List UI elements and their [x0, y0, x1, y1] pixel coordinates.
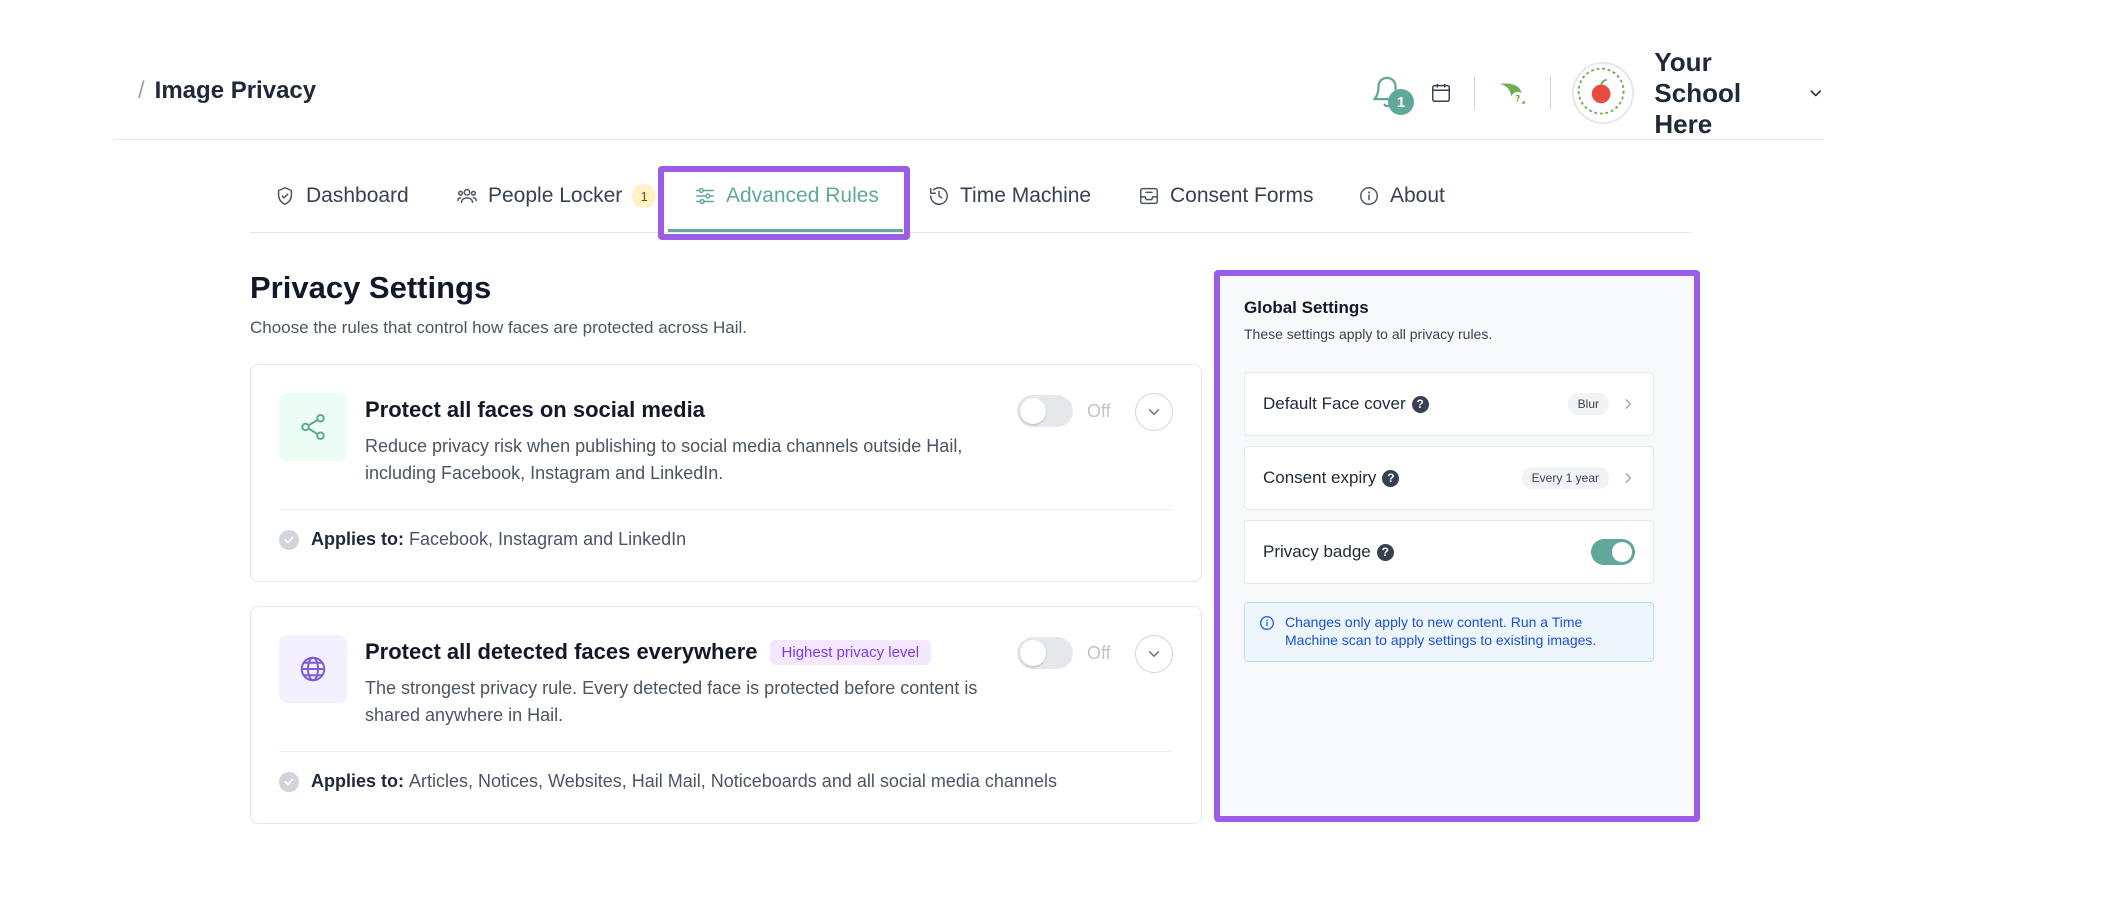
setting-value-pill: Every 1 year	[1521, 467, 1609, 489]
inbox-icon	[1140, 187, 1158, 205]
info-icon	[1260, 616, 1274, 630]
tab-label: About	[1390, 184, 1445, 207]
setting-label: Default Face cover	[1263, 394, 1406, 413]
check-icon	[279, 771, 299, 792]
info-text: Changes only apply to new content. Run a…	[1285, 614, 1597, 648]
applies-label: Applies to:	[311, 529, 404, 549]
setting-default-face-cover[interactable]: Default Face cover ? Blur	[1244, 372, 1654, 436]
card-divider	[279, 509, 1173, 510]
privacy-level-badge: Highest privacy level	[769, 639, 932, 665]
check-icon	[279, 529, 299, 550]
rule-title: Protect all detected faces everywhere Hi…	[365, 639, 932, 665]
section-title: Privacy Settings	[250, 270, 492, 305]
applies-to-row: Applies to: Facebook, Instagram and Link…	[279, 529, 686, 550]
rule-title: Protect all faces on social media	[365, 397, 705, 423]
panel-subtitle: These settings apply to all privacy rule…	[1244, 326, 1493, 342]
panel-title: Global Settings	[1244, 298, 1369, 317]
help-icon[interactable]: ?	[1376, 543, 1394, 561]
people-icon	[457, 188, 477, 204]
rule-toggle[interactable]	[1017, 637, 1073, 669]
header-divider	[1549, 76, 1551, 110]
calendar-icon[interactable]	[1430, 76, 1452, 110]
rule-icon-tile	[279, 393, 347, 461]
privacy-badge-toggle[interactable]	[1591, 539, 1635, 565]
globe-icon	[300, 656, 326, 682]
setting-privacy-badge: Privacy badge ?	[1244, 520, 1654, 584]
breadcrumb: / Image Privacy	[138, 77, 316, 105]
chevron-down-icon[interactable]	[1808, 81, 1824, 105]
card-divider	[279, 751, 1173, 752]
toggle-state-label: Off	[1087, 401, 1111, 421]
applies-to-row: Applies to: Articles, Notices, Websites,…	[279, 771, 1057, 792]
rule-description: The strongest privacy rule. Every detect…	[365, 678, 978, 725]
tab-label: Consent Forms	[1170, 184, 1314, 207]
tab-about[interactable]: About	[1358, 184, 1445, 208]
chevron-right-icon	[1625, 399, 1632, 409]
chevron-right-icon	[1625, 473, 1632, 483]
rule-description: Reduce privacy risk when publishing to s…	[365, 436, 963, 483]
info-notice: Changes only apply to new content. Run a…	[1244, 602, 1654, 662]
global-settings-panel: Global Settings These settings apply to …	[1218, 274, 1698, 818]
tab-label: Dashboard	[306, 184, 409, 207]
breadcrumb-separator: /	[138, 77, 145, 104]
expand-button[interactable]	[1135, 393, 1173, 431]
tab-label: People Locker	[488, 184, 623, 207]
info-icon	[1360, 187, 1378, 205]
tab-consent-forms[interactable]: Consent Forms	[1138, 184, 1314, 208]
page-title: Image Privacy	[154, 77, 317, 104]
setting-label: Privacy badge	[1263, 542, 1371, 561]
chevron-down-icon	[1148, 409, 1160, 415]
tab-people-locker[interactable]: People Locker 1	[456, 184, 657, 208]
applies-value: Facebook, Instagram and LinkedIn	[409, 529, 687, 549]
expand-button[interactable]	[1135, 635, 1173, 673]
header-actions: 1 ? Your School Here	[1254, 47, 1824, 139]
svg-text:?: ?	[1515, 94, 1520, 104]
toggle-state-label: Off	[1087, 643, 1111, 663]
share-icon	[301, 414, 325, 440]
rule-title-text: Protect all detected faces everywhere	[365, 639, 758, 664]
applies-value: Articles, Notices, Websites, Hail Mail, …	[409, 771, 1057, 791]
shield-check-icon	[277, 187, 293, 205]
rule-title-text: Protect all faces on social media	[365, 397, 705, 422]
setting-value-pill: Blur	[1567, 393, 1609, 415]
help-bird-icon[interactable]: ?	[1497, 69, 1528, 117]
tab-label: Time Machine	[960, 184, 1092, 207]
rule-card-everywhere: Protect all detected faces everywhere Hi…	[250, 606, 1202, 824]
notifications-button[interactable]: 1	[1370, 75, 1414, 115]
setting-consent-expiry[interactable]: Consent expiry ? Every 1 year	[1244, 446, 1654, 510]
school-logo-avatar[interactable]	[1572, 62, 1635, 124]
rule-card-social-media: Protect all faces on social media Reduce…	[250, 364, 1202, 582]
applies-label: Applies to:	[311, 771, 404, 791]
school-logo-icon	[1578, 67, 1625, 115]
rule-toggle[interactable]	[1017, 395, 1073, 427]
notification-count-badge: 1	[1388, 89, 1414, 115]
chevron-down-icon	[1148, 651, 1160, 657]
top-header: / Image Privacy 1 ? Your School Here	[114, 0, 1824, 140]
tab-time-machine[interactable]: Time Machine	[928, 184, 1091, 208]
tab-dashboard[interactable]: Dashboard	[274, 184, 409, 208]
rule-icon-tile	[279, 635, 347, 703]
setting-label: Consent expiry	[1263, 468, 1377, 487]
help-icon[interactable]: ?	[1382, 469, 1400, 487]
highlight-box-tab	[658, 166, 910, 240]
header-divider	[1474, 76, 1475, 110]
tab-bar: Dashboard People Locker 1 Advanced Rules…	[250, 166, 1692, 233]
school-name[interactable]: Your School Here	[1654, 47, 1794, 140]
help-icon[interactable]: ?	[1411, 395, 1429, 413]
history-icon	[930, 187, 948, 205]
section-subtitle: Choose the rules that control how faces …	[250, 318, 748, 337]
tab-count-badge: 1	[632, 184, 657, 208]
